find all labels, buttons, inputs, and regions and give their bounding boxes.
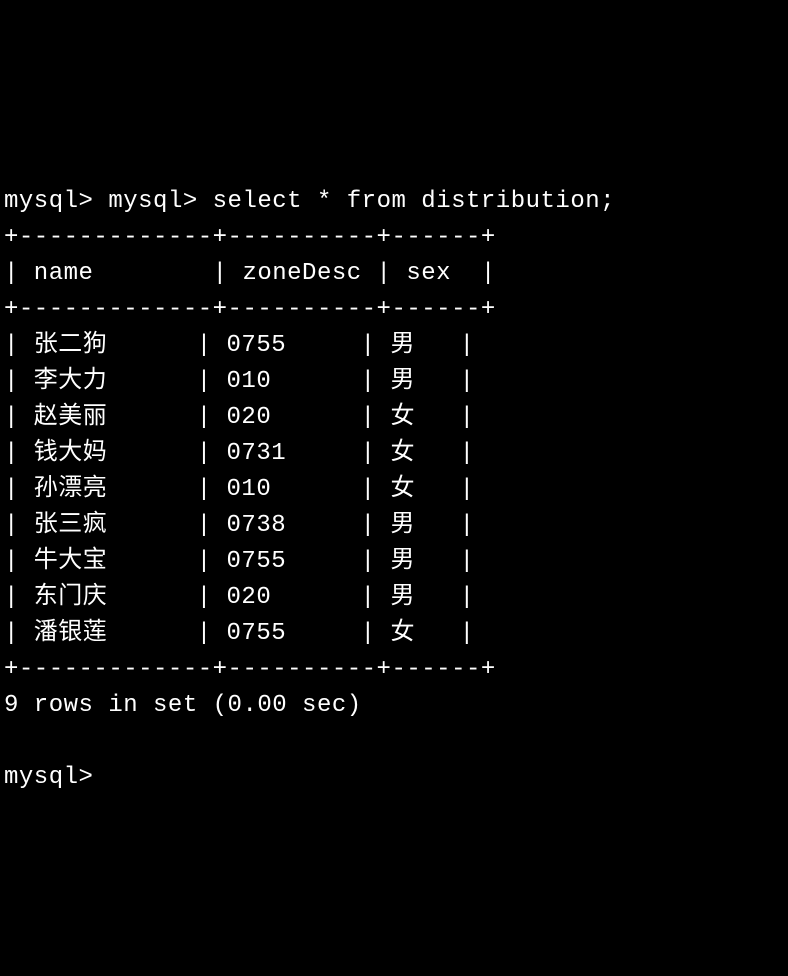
table-row: | 潘银莲 | 0755 | 女 | [4,620,475,647]
table-row: | 钱大妈 | 0731 | 女 | [4,440,475,467]
mysql-prompt: mysql> [108,188,212,215]
table-row: | 李大力 | 010 | 男 | [4,368,475,395]
table-row: | 孙漂亮 | 010 | 女 | [4,476,475,503]
terminal-output: mysql> mysql> select * from distribution… [4,148,784,796]
table-border-bot: +-------------+----------+------+ [4,656,496,683]
table-header: | name | zoneDesc | sex | [4,260,496,287]
mysql-prompt[interactable]: mysql> [4,764,108,791]
table-row: | 张二狗 | 0755 | 男 | [4,332,475,359]
sql-query: select * from distribution; [213,188,615,215]
mysql-prompt: mysql> [4,188,108,215]
table-row: | 东门庆 | 020 | 男 | [4,584,475,611]
table-row: | 牛大宝 | 0755 | 男 | [4,548,475,575]
query-line: mysql> mysql> select * from distribution… [4,188,615,215]
table-row: | 张三疯 | 0738 | 男 | [4,512,475,539]
result-summary: 9 rows in set (0.00 sec) [4,692,362,719]
table-body: | 张二狗 | 0755 | 男 | | 李大力 | 010 | 男 | | 赵… [4,328,784,652]
blank-line [4,728,19,755]
table-row: | 赵美丽 | 020 | 女 | [4,404,475,431]
table-border-top: +-------------+----------+------+ [4,224,496,251]
table-border-mid: +-------------+----------+------+ [4,296,496,323]
